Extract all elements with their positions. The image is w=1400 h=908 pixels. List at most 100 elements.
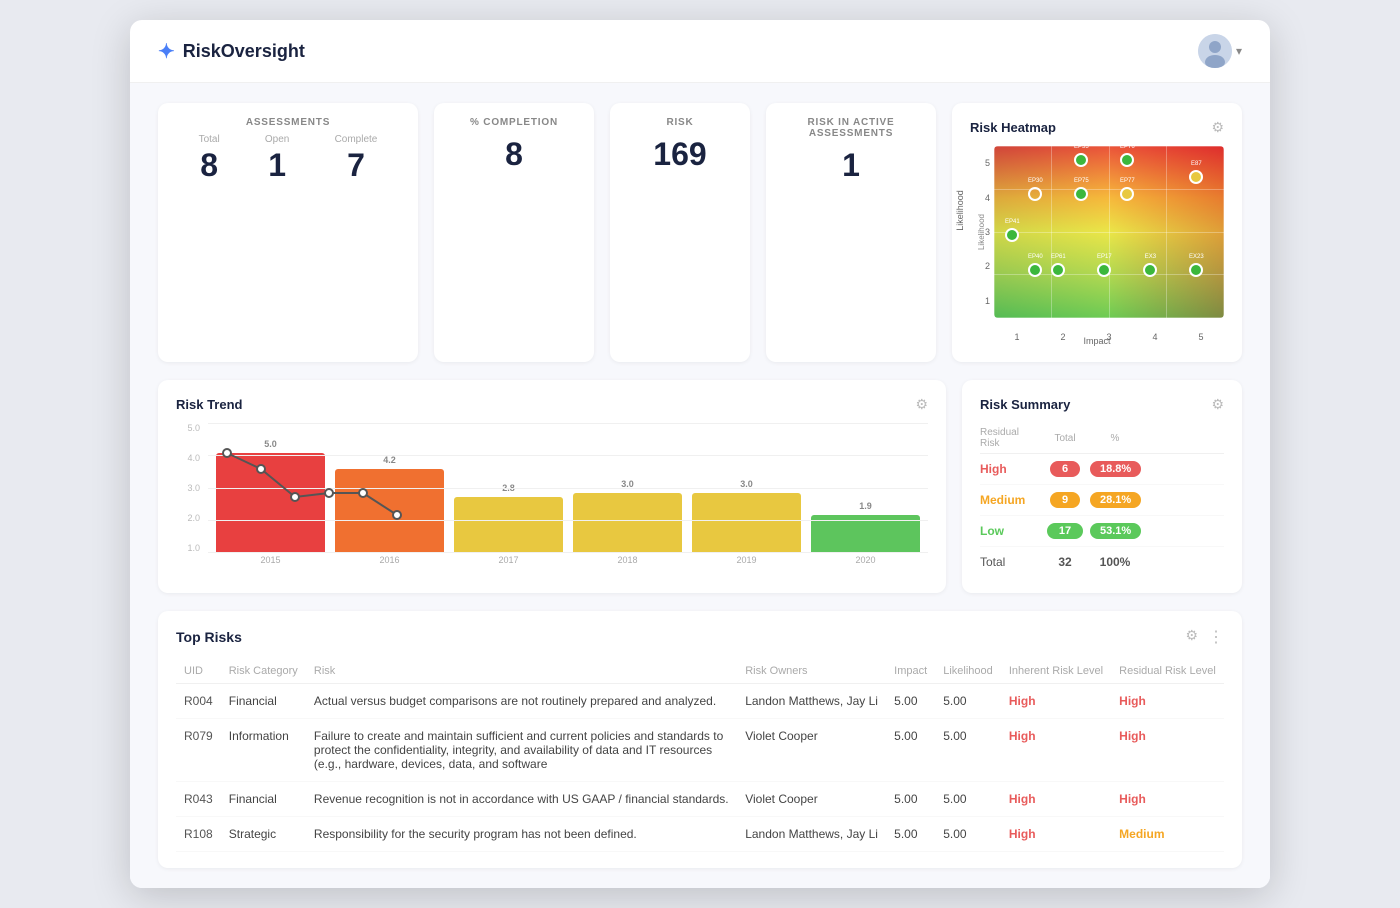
row1-risk: Actual versus budget comparisons are not…	[306, 684, 737, 719]
browser-frame: ✦ RiskOversight ▾ ASSESSMENTS Tot	[130, 20, 1270, 888]
bar-fill-2015	[216, 453, 325, 553]
row4-impact: 5.00	[886, 817, 935, 852]
open-label: Open	[265, 134, 289, 145]
risk-trend-chart-wrap: 5.0 4.0 3.0 2.0 1.0	[176, 423, 928, 573]
total-col: Total 8	[199, 134, 220, 181]
y-axis-label-text: Likelihood	[955, 190, 965, 231]
heatmap-gear-icon[interactable]: ⚙	[1211, 119, 1224, 136]
bar-2019: 3.0	[692, 479, 801, 553]
col-inherent: Inherent Risk Level	[1001, 659, 1111, 684]
total-label-summary: Total	[980, 555, 1040, 569]
row4-likelihood: 5.00	[935, 817, 1001, 852]
completion-title: % COMPLETION	[452, 117, 576, 128]
col-owners: Risk Owners	[737, 659, 886, 684]
table-body: R004 Financial Actual versus budget comp…	[176, 684, 1224, 852]
avatar	[1198, 34, 1232, 68]
row3-impact: 5.00	[886, 782, 935, 817]
row1-owners: Landon Matthews, Jay Li	[737, 684, 886, 719]
risk-title: RISK	[628, 117, 732, 128]
assessments-sub: Total 8 Open 1 Complete 7	[176, 134, 400, 181]
top-risks-header: Top Risks ⚙ ⋮	[176, 627, 1224, 647]
low-pct-badge: 53.1%	[1090, 523, 1141, 539]
row1-category: Financial	[221, 684, 306, 719]
top-risks-title: Top Risks	[176, 629, 242, 645]
risk-card: RISK 169	[610, 103, 750, 362]
risk-summary-header: Risk Summary ⚙	[980, 396, 1224, 413]
more-options-icon[interactable]: ⋮	[1208, 627, 1224, 647]
row4-owners: Landon Matthews, Jay Li	[737, 817, 886, 852]
row1-inherent: High	[1001, 684, 1111, 719]
dot-e87: E87	[1189, 170, 1203, 184]
user-avatar-button[interactable]: ▾	[1198, 34, 1242, 68]
top-bar: ✦ RiskOversight ▾	[130, 20, 1270, 83]
col-risk: Risk	[306, 659, 737, 684]
dot-ex23: EX23	[1189, 263, 1203, 277]
risk-trend-title: Risk Trend	[176, 397, 242, 412]
summary-row-low: Low 17 53.1%	[980, 516, 1224, 547]
x-labels-bar: 2015 2016 2017 2018 2019 2020	[208, 555, 928, 565]
col-residual: Residual Risk Level	[1111, 659, 1224, 684]
summary-total-row: Total 32 100%	[980, 547, 1224, 577]
summary-row-medium: Medium 9 28.1%	[980, 485, 1224, 516]
high-pct-badge: 18.8%	[1090, 461, 1141, 477]
x-axis-label: Impact	[1083, 336, 1110, 346]
row2-uid: R079	[176, 719, 221, 782]
total-label: Total	[199, 134, 220, 145]
bars-container: 5.0 4.2 2.8	[208, 423, 928, 553]
heatmap-grid-wrap: EP55 EP76 EP30 EP75	[994, 146, 1224, 318]
risk-trend-gear-icon[interactable]: ⚙	[915, 396, 928, 413]
row4-uid: R108	[176, 817, 221, 852]
complete-col: Complete 7	[335, 134, 378, 181]
bar-2020: 1.9	[811, 501, 920, 553]
bar-2016: 4.2	[335, 455, 444, 553]
row2-residual: High	[1111, 719, 1224, 782]
table-row: R079 Information Failure to create and m…	[176, 719, 1224, 782]
row4-residual: Medium	[1111, 817, 1224, 852]
medium-total-badge: 9	[1050, 492, 1080, 508]
stats-row: ASSESSMENTS Total 8 Open 1 Complete 7	[158, 103, 1242, 362]
risk-active-value: 1	[784, 149, 918, 181]
row3-owners: Violet Cooper	[737, 782, 886, 817]
dot-ep17: EP17	[1097, 263, 1111, 277]
chevron-down-icon: ▾	[1236, 44, 1242, 58]
bar-chart-area: 5.0 4.2 2.8	[208, 423, 928, 573]
bar-fill-2019	[692, 493, 801, 553]
medium-pct-badge: 28.1%	[1090, 492, 1141, 508]
table-row: R043 Financial Revenue recognition is no…	[176, 782, 1224, 817]
top-risks-gear-icon[interactable]: ⚙	[1185, 627, 1198, 647]
complete-label: Complete	[335, 134, 378, 145]
dot-ep40: EP40	[1028, 263, 1042, 277]
row2-owners: Violet Cooper	[737, 719, 886, 782]
heatmap-title: Risk Heatmap	[970, 120, 1056, 135]
assessments-card: ASSESSMENTS Total 8 Open 1 Complete 7	[158, 103, 418, 362]
row3-uid: R043	[176, 782, 221, 817]
col-likelihood: Likelihood	[935, 659, 1001, 684]
heatmap-gradient: EP55 EP76 EP30 EP75	[994, 146, 1224, 318]
completion-value: 8	[452, 138, 576, 170]
col-impact: Impact	[886, 659, 935, 684]
low-total-badge: 17	[1047, 523, 1083, 539]
logo: ✦ RiskOversight	[158, 39, 305, 64]
bar-fill-2018	[573, 493, 682, 553]
risk-trend-card: Risk Trend ⚙ 5.0 4.0 3.0 2.0 1.0	[158, 380, 946, 593]
total-value: 8	[199, 149, 220, 181]
risk-summary-gear-icon[interactable]: ⚙	[1211, 396, 1224, 413]
top-risks-card: Top Risks ⚙ ⋮ UID Risk Category Risk Ris…	[158, 611, 1242, 868]
row3-category: Financial	[221, 782, 306, 817]
row2-likelihood: 5.00	[935, 719, 1001, 782]
row3-inherent: High	[1001, 782, 1111, 817]
table-actions: ⚙ ⋮	[1185, 627, 1224, 647]
risk-active-card: RISK IN ACTIVE ASSESSMENTS 1	[766, 103, 936, 362]
summary-table-header: Residual Risk Total %	[980, 423, 1224, 454]
row4-category: Strategic	[221, 817, 306, 852]
row3-likelihood: 5.00	[935, 782, 1001, 817]
dot-ep61: EP61	[1051, 263, 1065, 277]
col-uid: UID	[176, 659, 221, 684]
top-risks-table: UID Risk Category Risk Risk Owners Impac…	[176, 659, 1224, 852]
bar-2015: 5.0	[216, 439, 325, 553]
complete-value: 7	[335, 149, 378, 181]
risk-summary-table: Residual Risk Total % High 6 18.8%	[980, 423, 1224, 577]
table-row: R108 Strategic Responsibility for the se…	[176, 817, 1224, 852]
dot-ex3: EX3	[1143, 263, 1157, 277]
middle-row: Risk Trend ⚙ 5.0 4.0 3.0 2.0 1.0	[158, 380, 1242, 593]
